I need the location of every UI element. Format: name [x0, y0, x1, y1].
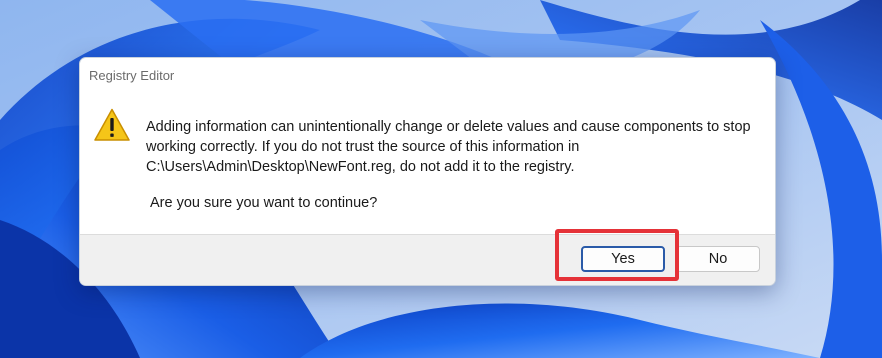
dialog-title: Registry Editor: [89, 68, 175, 83]
yes-button[interactable]: Yes: [581, 246, 665, 272]
no-button[interactable]: No: [676, 246, 760, 272]
dialog-titlebar: Registry Editor: [80, 58, 775, 94]
dialog-question: Are you sure you want to continue?: [150, 195, 378, 211]
registry-editor-dialog: Registry Editor Adding information can u…: [79, 57, 776, 286]
warning-icon: [94, 108, 130, 141]
dialog-content: Adding information can unintentionally c…: [80, 94, 775, 234]
dialog-message: Adding information can unintentionally c…: [146, 119, 751, 175]
dialog-button-bar: Yes No: [80, 234, 775, 285]
